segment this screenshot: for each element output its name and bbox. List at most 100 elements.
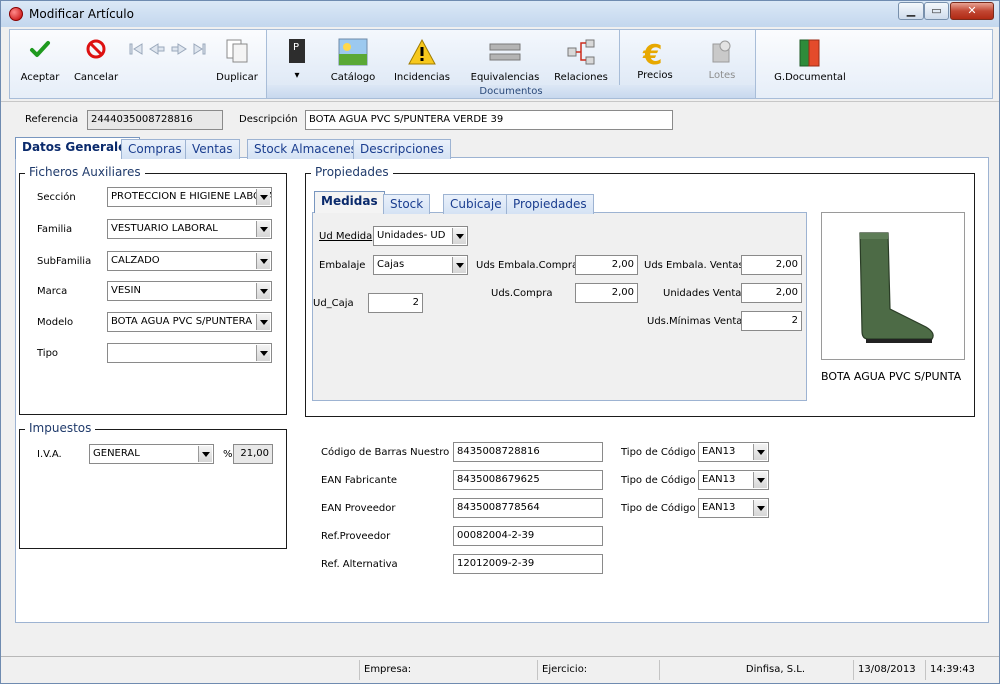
uds-embala-ventas-field[interactable]: 2,00: [741, 255, 802, 275]
descripcion-field[interactable]: BOTA AGUA PVC S/PUNTERA VERDE 39: [305, 110, 673, 130]
codigo-barras-field[interactable]: 8435008728816: [453, 442, 603, 462]
seccion-label: Sección: [37, 192, 76, 203]
chevron-down-icon[interactable]: [753, 444, 767, 460]
maximize-button[interactable]: ▭: [924, 2, 949, 20]
uds-compra-label: Uds.Compra: [491, 288, 553, 299]
impuestos-title: Impuestos: [25, 421, 96, 435]
ud-medida-select[interactable]: Unidades- UD: [373, 226, 468, 246]
iva-percent-field[interactable]: 21,00: [233, 444, 273, 464]
tipo-codigo-value-1: EAN13: [702, 446, 736, 457]
tab-stock-almacenes[interactable]: Stock Almacenes: [247, 139, 364, 159]
navigation-arrows-icon[interactable]: [128, 42, 208, 59]
ean-proveedor-label: EAN Proveedor: [321, 503, 396, 514]
relations-icon: [566, 38, 596, 69]
subtab-cubicaje[interactable]: Cubicaje: [443, 194, 509, 214]
ref-proveedor-label: Ref.Proveedor: [321, 531, 391, 542]
warning-icon: [407, 38, 437, 69]
status-date: 13/08/2013: [853, 660, 923, 680]
uds-embala-ventas-label: Uds Embala. Ventas: [644, 260, 744, 271]
embalaje-select[interactable]: Cajas: [373, 255, 468, 275]
subtab-medidas[interactable]: Medidas: [314, 191, 385, 213]
referencia-label: Referencia: [25, 114, 79, 125]
familia-value: VESTUARIO LABORAL: [111, 223, 218, 234]
iva-percent-label: %: [223, 449, 233, 460]
tab-compras[interactable]: Compras: [121, 139, 189, 159]
chevron-down-icon[interactable]: [256, 283, 270, 299]
referencia-field[interactable]: 2444035008728816: [87, 110, 223, 130]
ud-medida-value: Unidades- UD: [377, 230, 446, 241]
subfamilia-value: CALZADO: [111, 255, 160, 266]
window-title: Modificar Artículo: [29, 7, 134, 21]
familia-select[interactable]: VESTUARIO LABORAL: [107, 219, 272, 239]
checkmark-icon: [29, 38, 51, 63]
tipo-codigo-label-1: Tipo de Código: [621, 447, 696, 458]
ud-caja-field[interactable]: 2: [368, 293, 423, 313]
chevron-down-icon[interactable]: [753, 500, 767, 516]
photo-caption: BOTA AGUA PVC S/PUNTA: [821, 370, 962, 383]
ud-caja-label: Ud_Caja: [313, 298, 354, 309]
tipo-select[interactable]: [107, 343, 272, 363]
chevron-down-icon[interactable]: [198, 446, 212, 462]
tipo-codigo-label-2: Tipo de Código: [621, 475, 696, 486]
tab-descripciones[interactable]: Descripciones: [353, 139, 451, 159]
tipo-codigo-select-2[interactable]: EAN13: [698, 470, 769, 490]
subtab-propiedades[interactable]: Propiedades: [506, 194, 594, 214]
chevron-down-icon[interactable]: [452, 257, 466, 273]
tipo-codigo-select-1[interactable]: EAN13: [698, 442, 769, 462]
subtab-stock[interactable]: Stock: [383, 194, 431, 214]
ean-fabricante-field[interactable]: 8435008679625: [453, 470, 603, 490]
tab-ventas[interactable]: Ventas: [185, 139, 240, 159]
chevron-down-icon[interactable]: [256, 253, 270, 269]
chevron-down-icon[interactable]: [452, 228, 466, 244]
chevron-down-icon[interactable]: [753, 472, 767, 488]
product-photo[interactable]: [821, 212, 965, 360]
close-button[interactable]: ✕: [950, 2, 994, 20]
uds-compra-field[interactable]: 2,00: [575, 283, 638, 303]
iva-value: GENERAL: [93, 448, 140, 459]
boot-icon: [859, 232, 934, 343]
ud-medida-label: Ud Medida: [319, 231, 373, 242]
subfamilia-select[interactable]: CALZADO: [107, 251, 272, 271]
marca-select[interactable]: VESIN: [107, 281, 272, 301]
codigo-barras-label: Código de Barras Nuestro: [321, 447, 450, 458]
tipo-codigo-label-3: Tipo de Código: [621, 503, 696, 514]
tipo-codigo-select-3[interactable]: EAN13: [698, 498, 769, 518]
svg-text:€: €: [642, 38, 662, 68]
title-bar: Modificar Artículo ▁ ▭ ✕: [1, 1, 999, 27]
subfamilia-label: SubFamilia: [37, 256, 92, 267]
uds-minimas-venta-field[interactable]: 2: [741, 311, 802, 331]
duplicate-icon: [225, 38, 249, 67]
unidades-venta-field[interactable]: 2,00: [741, 283, 802, 303]
descripcion-label: Descripción: [239, 114, 298, 125]
printer-icon: P: [286, 38, 308, 67]
seccion-select[interactable]: PROTECCION E HIGIENE LABORAL: [107, 187, 272, 207]
unidades-venta-label: Unidades Venta: [663, 288, 742, 299]
books-icon: [797, 38, 823, 71]
status-empresa: Empresa:: [359, 660, 535, 680]
chevron-down-icon[interactable]: [256, 189, 270, 205]
embalaje-value: Cajas: [377, 259, 405, 270]
ref-alternativa-field[interactable]: 12012009-2-39: [453, 554, 603, 574]
status-time: 14:39:43: [925, 660, 997, 680]
cancel-icon: [85, 38, 107, 63]
minimize-button[interactable]: ▁: [898, 2, 924, 20]
modelo-value: BOTA AGUA PVC S/PUNTERA: [111, 316, 253, 327]
chevron-down-icon[interactable]: [256, 221, 270, 237]
ref-proveedor-field[interactable]: 00082004-2-39: [453, 526, 603, 546]
chevron-down-icon[interactable]: [256, 314, 270, 330]
chevron-down-icon[interactable]: [256, 345, 270, 361]
article-window: Modificar Artículo ▁ ▭ ✕ Aceptar Cancela…: [0, 0, 1000, 684]
toolbar-separator: [619, 30, 620, 85]
modelo-select[interactable]: BOTA AGUA PVC S/PUNTERA: [107, 312, 272, 332]
euro-icon: €: [640, 38, 670, 71]
uds-embala-compras-field[interactable]: 2,00: [575, 255, 638, 275]
uds-embala-compras-label: Uds Embala.Compras: [476, 260, 584, 271]
tipo-codigo-value-2: EAN13: [702, 474, 736, 485]
status-ejercicio: Ejercicio:: [537, 660, 657, 680]
tipo-codigo-value-3: EAN13: [702, 502, 736, 513]
iva-select[interactable]: GENERAL: [89, 444, 214, 464]
ref-alternativa-label: Ref. Alternativa: [321, 559, 398, 570]
ean-proveedor-field[interactable]: 8435008778564: [453, 498, 603, 518]
seccion-value: PROTECCION E HIGIENE LABORAL: [111, 191, 272, 202]
svg-text:P: P: [293, 42, 299, 53]
